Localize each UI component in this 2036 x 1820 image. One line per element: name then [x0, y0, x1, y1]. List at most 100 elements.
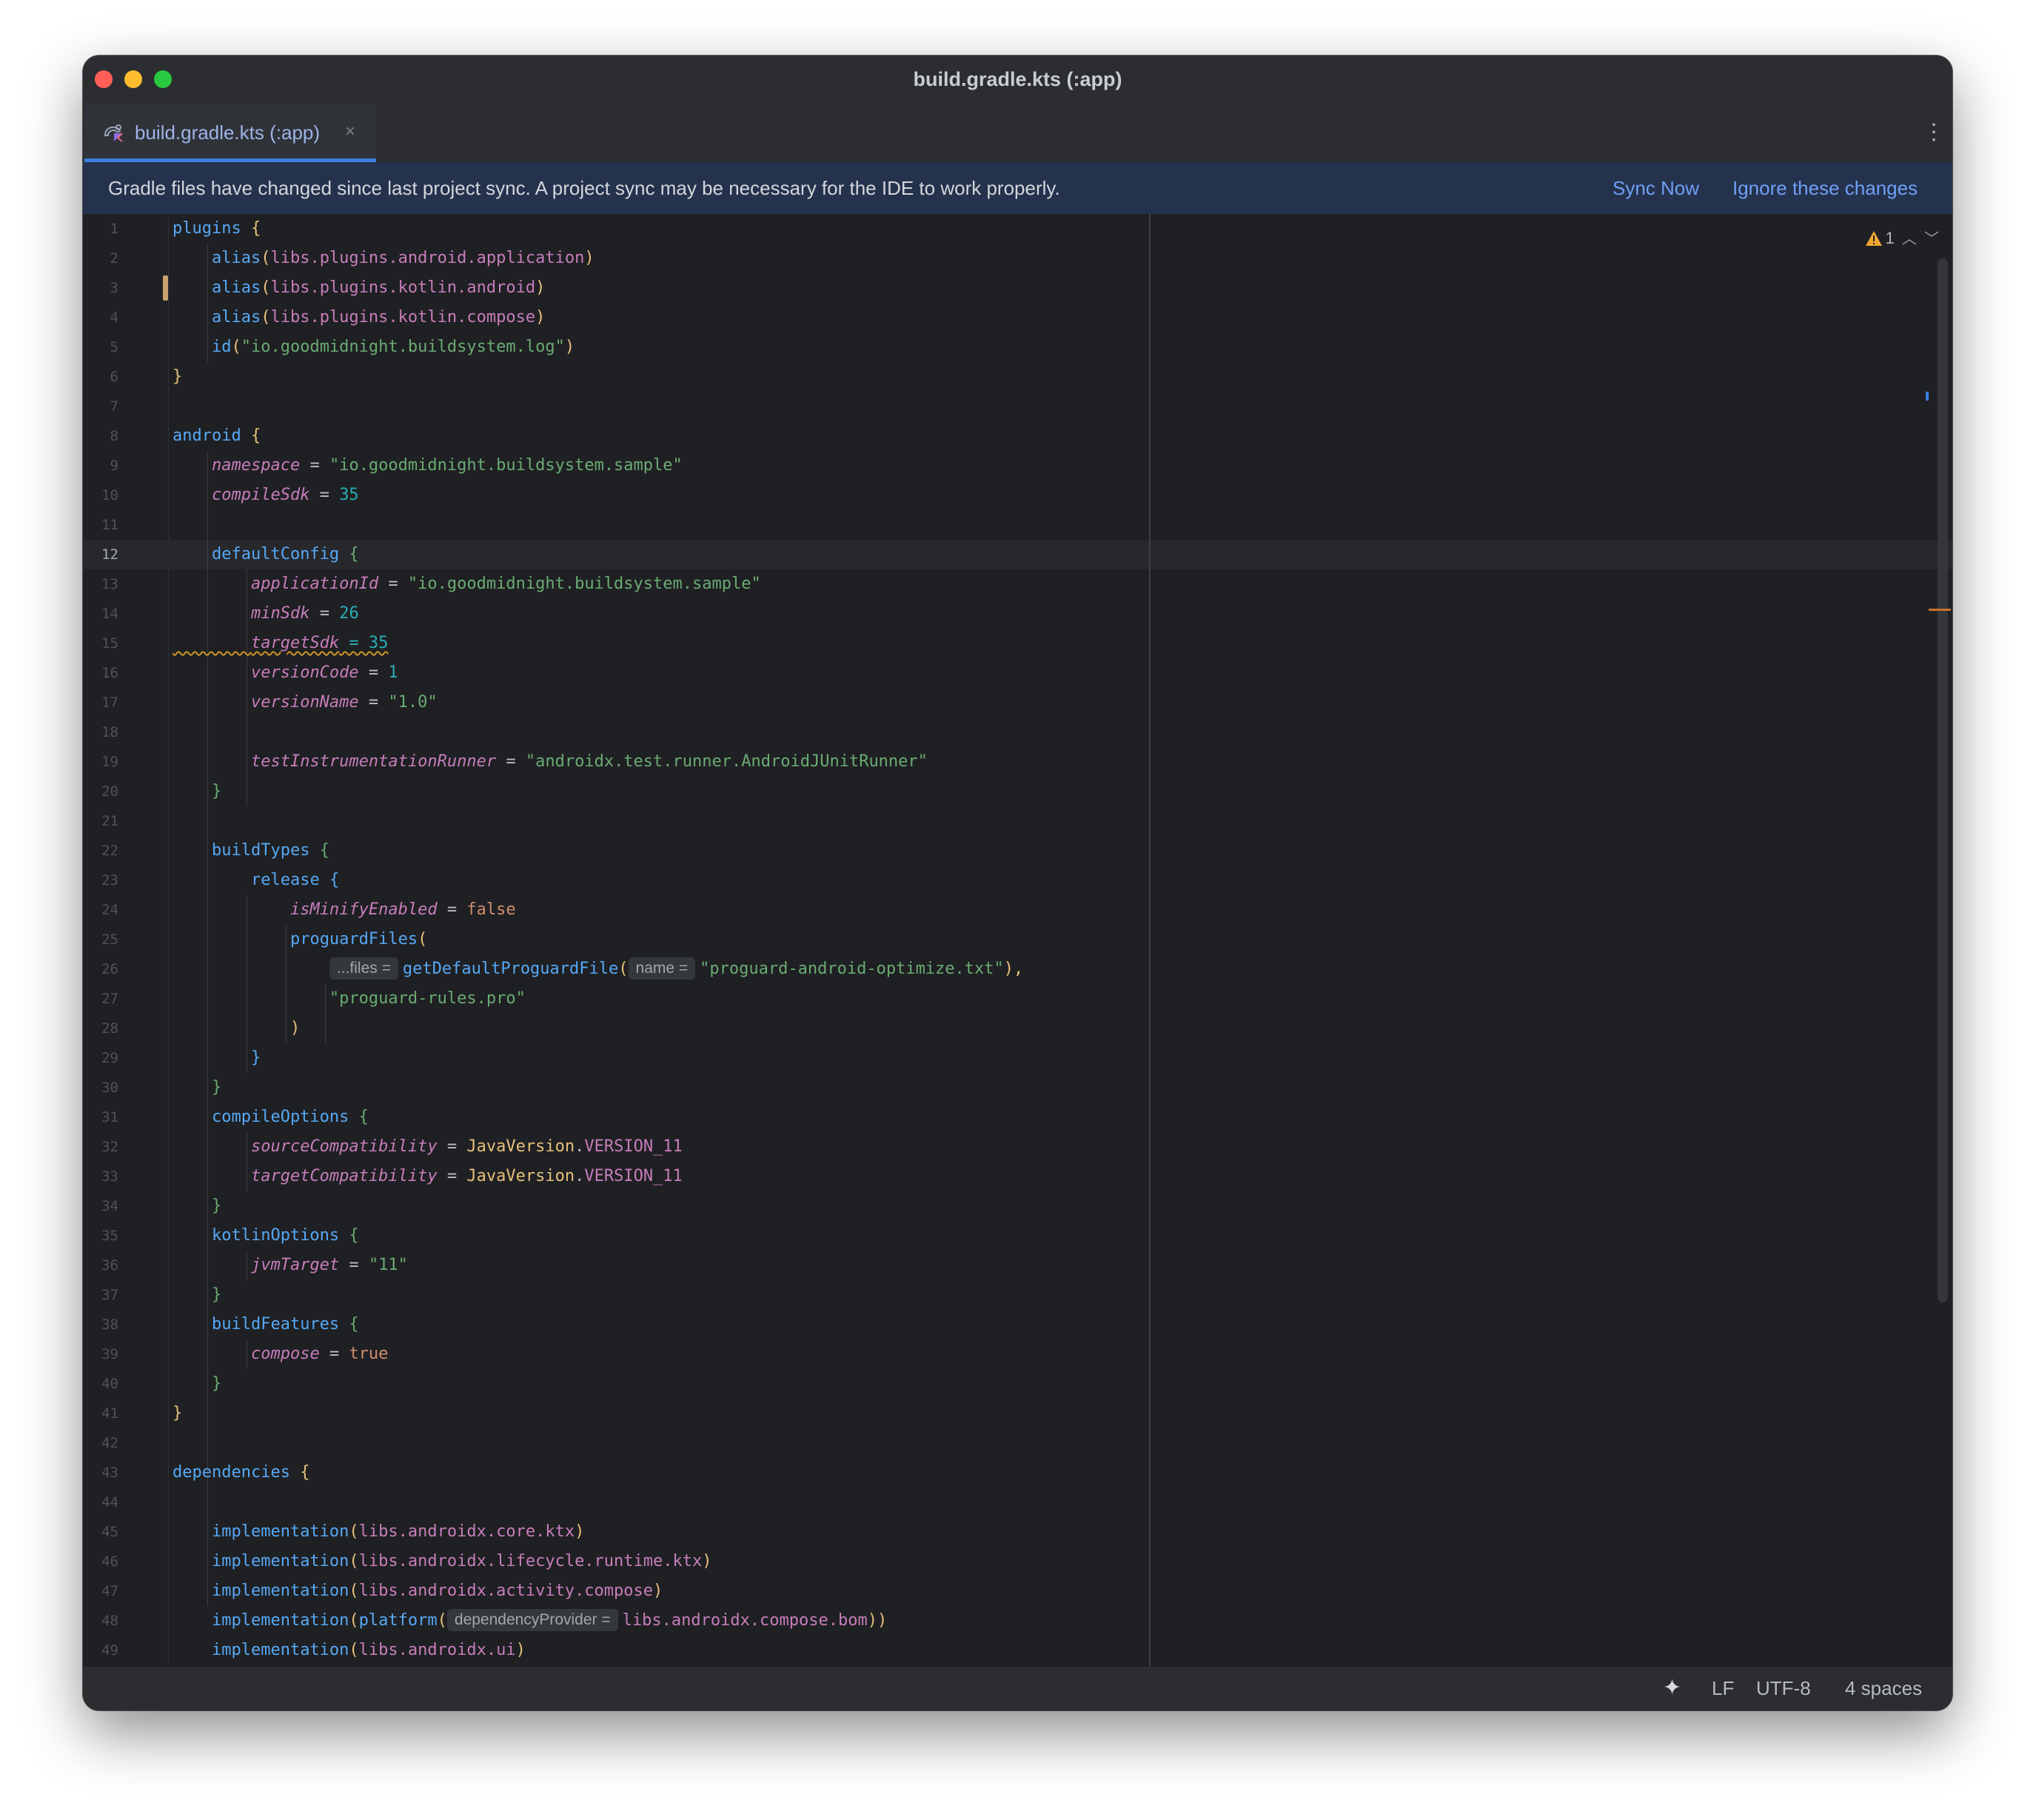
more-options-icon[interactable]: ⋮: [1923, 119, 1945, 146]
code-line: 25 proguardFiles(: [83, 925, 1952, 954]
code-line: 32 sourceCompatibility = JavaVersion.VER…: [83, 1132, 1952, 1162]
code-line: 44: [83, 1488, 1952, 1517]
line-number: 46: [101, 1553, 118, 1570]
line-number: 10: [101, 487, 118, 503]
ai-assistant-icon[interactable]: ✦: [1663, 1667, 1681, 1710]
code-text: "proguard-rules.pro": [329, 989, 526, 1008]
editor-tab-build-gradle[interactable]: build.gradle.kts (:app) ×: [84, 103, 376, 162]
ignore-changes-link[interactable]: Ignore these changes: [1732, 162, 1918, 214]
change-stripe-marker[interactable]: [1926, 392, 1929, 401]
line-number: 47: [101, 1583, 118, 1599]
code-line: 9 namespace = "io.goodmidnight.buildsyst…: [83, 451, 1952, 481]
code-text: alias(libs.plugins.android.application): [211, 249, 595, 267]
line-number: 40: [101, 1376, 118, 1392]
warning-icon: [1865, 231, 1882, 246]
line-number: 6: [110, 369, 118, 385]
code-line: 4 alias(libs.plugins.kotlin.compose): [83, 303, 1952, 332]
code-text: defaultConfig {: [211, 545, 359, 563]
code-line: 13 applicationId = "io.goodmidnight.buil…: [83, 569, 1952, 599]
sync-notification-banner: Gradle files have changed since last pro…: [83, 162, 1952, 215]
code-line: 34 }: [83, 1191, 1952, 1221]
code-text: compileSdk = 35: [211, 486, 359, 504]
code-line: 21: [83, 806, 1952, 836]
line-number: 18: [101, 724, 118, 740]
sync-now-link[interactable]: Sync Now: [1613, 162, 1699, 214]
inspection-widget[interactable]: 1 ︿ ﹀: [1865, 227, 1939, 250]
line-number: 39: [101, 1346, 118, 1362]
code-text: versionName = "1.0": [250, 693, 438, 712]
code-line: 33 targetCompatibility = JavaVersion.VER…: [83, 1162, 1952, 1191]
line-number: 12: [101, 546, 118, 563]
previous-highlight-icon[interactable]: ︿: [1902, 228, 1917, 250]
banner-message: Gradle files have changed since last pro…: [108, 177, 1060, 199]
code-text: ...files = getDefaultProguardFile(name = "…: [173, 954, 1023, 984]
code-text: buildTypes {: [211, 841, 329, 860]
code-editor[interactable]: 1 plugins { 2 alias(libs.plugins.android…: [83, 214, 1952, 1667]
code-line: 48 implementation(platform(dependencyPro…: [83, 1606, 1952, 1636]
code-line: 27 "proguard-rules.pro": [83, 984, 1952, 1014]
gradle-kotlin-file-icon: [104, 124, 123, 142]
code-text: alias(libs.plugins.kotlin.android): [211, 278, 546, 297]
code-text: id("io.goodmidnight.buildsystem.log"): [211, 338, 575, 356]
parameter-hint[interactable]: name =: [628, 957, 696, 980]
code-text: }: [211, 1197, 222, 1215]
code-text: implementation(platform(dependencyProvid…: [173, 1606, 887, 1636]
line-number: 15: [101, 635, 118, 652]
code-text: implementation(libs.androidx.lifecycle.r…: [211, 1552, 712, 1570]
code-text: applicationId = "io.goodmidnight.buildsy…: [250, 575, 761, 593]
line-number: 30: [101, 1080, 118, 1096]
code-line: 47 implementation(libs.androidx.activity…: [83, 1576, 1952, 1606]
indent-widget[interactable]: 4 spaces: [1845, 1667, 1922, 1710]
code-line: 16 versionCode = 1: [83, 658, 1952, 688]
code-text: namespace = "io.goodmidnight.buildsystem…: [211, 456, 683, 475]
code-line: 37 }: [83, 1280, 1952, 1310]
line-number: 20: [101, 783, 118, 800]
code-text: release {: [250, 871, 340, 889]
line-number: 31: [101, 1109, 118, 1125]
code-line: 5 id("io.goodmidnight.buildsystem.log"): [83, 332, 1952, 362]
code-text: ): [289, 1019, 301, 1037]
code-text: }: [211, 782, 222, 800]
encoding-widget[interactable]: UTF-8: [1756, 1667, 1811, 1710]
parameter-hint[interactable]: dependencyProvider =: [446, 1609, 618, 1631]
code-line: 26 ...files = getDefaultProguardFile(name…: [83, 954, 1952, 984]
line-number: 4: [110, 310, 118, 326]
window-title: build.gradle.kts (:app): [913, 68, 1122, 90]
line-number: 44: [101, 1494, 118, 1510]
line-number: 48: [101, 1613, 118, 1629]
code-line: 14 minSdk = 26: [83, 599, 1952, 629]
title-bar: build.gradle.kts (:app): [83, 56, 1952, 104]
next-highlight-icon[interactable]: ﹀: [1924, 228, 1939, 250]
editor-tab-bar: build.gradle.kts (:app) × ⋮: [83, 103, 1952, 163]
code-text-warning[interactable]: targetSdk = 35: [173, 629, 388, 658]
line-number: 25: [101, 931, 118, 948]
code-text: versionCode = 1: [250, 663, 398, 682]
parameter-hint[interactable]: ...files =: [329, 957, 398, 980]
line-number: 35: [101, 1228, 118, 1244]
code-line: 29 }: [83, 1043, 1952, 1073]
line-number: 49: [101, 1642, 118, 1659]
code-text: minSdk = 26: [250, 604, 359, 623]
code-line: 6 }: [83, 362, 1952, 392]
code-text: testInstrumentationRunner = "androidx.te…: [250, 752, 928, 771]
line-number: 28: [101, 1020, 118, 1037]
line-number: 23: [101, 872, 118, 889]
code-line: 31 compileOptions {: [83, 1103, 1952, 1132]
line-number: 36: [101, 1257, 118, 1274]
line-number: 1: [110, 221, 118, 237]
vertical-scrollbar[interactable]: [1938, 258, 1948, 1302]
code-line: 3 alias(libs.plugins.kotlin.android): [83, 273, 1952, 303]
code-line: 10 compileSdk = 35: [83, 481, 1952, 510]
tab-label: build.gradle.kts (:app): [135, 121, 321, 144]
line-separator-widget[interactable]: LF: [1712, 1667, 1734, 1710]
code-text: }: [211, 1374, 222, 1393]
line-number: 3: [110, 280, 118, 296]
warning-stripe-marker[interactable]: [1929, 609, 1951, 611]
line-number: 42: [101, 1435, 118, 1451]
code-text: }: [173, 367, 183, 386]
code-text: sourceCompatibility = JavaVersion.VERSIO…: [250, 1137, 683, 1156]
code-line: 42: [83, 1428, 1952, 1458]
code-line: 19 testInstrumentationRunner = "androidx…: [83, 747, 1952, 777]
close-tab-icon[interactable]: ×: [345, 103, 355, 161]
code-line: 45 implementation(libs.androidx.core.ktx…: [83, 1517, 1952, 1547]
